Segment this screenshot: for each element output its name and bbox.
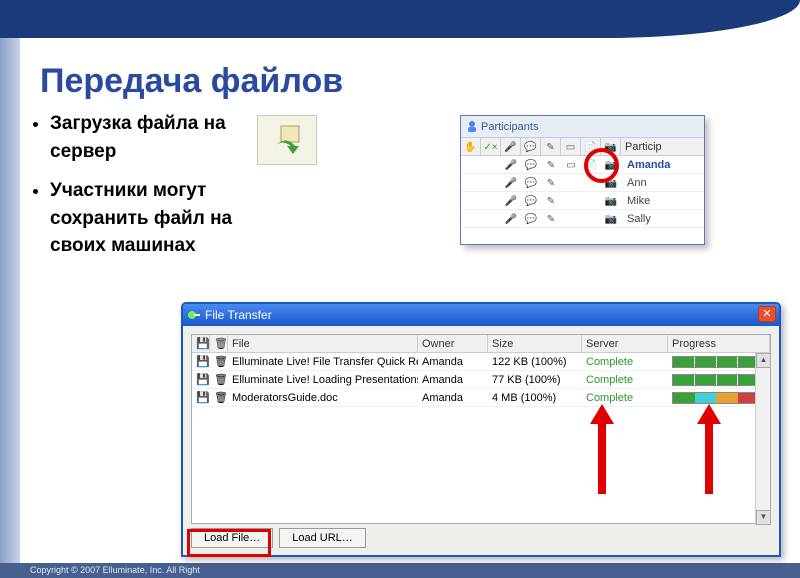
participants-title-label: Participants bbox=[481, 121, 538, 133]
file-transfer-icon bbox=[187, 307, 201, 329]
bullet-list: Загрузка файла на сервер Участники могут… bbox=[30, 110, 240, 272]
participants-title-icon bbox=[465, 119, 479, 141]
participant-name: Ann bbox=[621, 174, 704, 191]
participant-row[interactable]: 🎤💬✎📷 Ann bbox=[461, 174, 704, 192]
delete-column-icon: 🗑 bbox=[210, 335, 228, 352]
file-transfer-footer: Load File… Load URL… bbox=[183, 524, 779, 552]
scroll-up-icon[interactable]: ▲ bbox=[756, 353, 771, 368]
cam-icon: 📷 bbox=[601, 138, 621, 156]
progress-column-header[interactable]: Progress bbox=[668, 335, 770, 352]
save-icon[interactable]: 💾 bbox=[192, 353, 210, 370]
file-name: ModeratorsGuide.doc bbox=[228, 389, 418, 406]
scroll-down-icon[interactable]: ▼ bbox=[756, 510, 771, 525]
file-name: Elluminate Live! File Transfer Quick Re… bbox=[228, 353, 418, 370]
participants-header-label: Particip bbox=[621, 138, 704, 155]
chat-icon: 💬 bbox=[521, 138, 541, 156]
owner-column-header[interactable]: Owner bbox=[418, 335, 488, 352]
file-transfer-header: 💾 🗑 File Owner Size Server Progress bbox=[192, 335, 770, 353]
mic-icon: 🎤 bbox=[501, 138, 521, 156]
file-transfer-window: File Transfer ✕ 💾 🗑 File Owner Size Serv… bbox=[181, 302, 781, 557]
load-file-button[interactable]: Load File… bbox=[191, 528, 273, 548]
file-size: 4 MB (100%) bbox=[488, 389, 582, 406]
close-button[interactable]: ✕ bbox=[758, 306, 776, 322]
participants-column-header: ✋ ✓× 🎤 💬 ✎ ▭ 📄 📷 Particip bbox=[461, 138, 704, 156]
check-icon: ✓× bbox=[481, 138, 501, 156]
file-column-header[interactable]: File bbox=[228, 335, 418, 352]
load-url-button[interactable]: Load URL… bbox=[279, 528, 366, 548]
save-icon[interactable]: 💾 bbox=[192, 389, 210, 406]
file-owner: Amanda bbox=[418, 371, 488, 388]
scrollbar[interactable]: ▲ ▼ bbox=[755, 353, 770, 525]
participants-panel: Participants ✋ ✓× 🎤 💬 ✎ ▭ 📄 📷 Particip 🎤… bbox=[460, 115, 705, 245]
file-transfer-titlebar[interactable]: File Transfer ✕ bbox=[183, 304, 779, 326]
top-decorative-band bbox=[0, 0, 800, 38]
file-owner: Amanda bbox=[418, 353, 488, 370]
file-row[interactable]: 💾 🗑 Elluminate Live! Loading Presentatio… bbox=[192, 371, 770, 389]
file-icon: 📄 bbox=[581, 138, 601, 156]
delete-icon[interactable]: 🗑 bbox=[210, 389, 228, 406]
file-row[interactable]: 💾 🗑 Elluminate Live! File Transfer Quick… bbox=[192, 353, 770, 371]
slide-title: Передача файлов bbox=[40, 62, 343, 101]
bullet-item: Загрузка файла на сервер bbox=[50, 110, 240, 165]
file-row[interactable]: 💾 🗑 ModeratorsGuide.doc Amanda 4 MB (100… bbox=[192, 389, 770, 407]
delete-icon[interactable]: 🗑 bbox=[210, 353, 228, 370]
file-transfer-list: 💾 🗑 File Owner Size Server Progress 💾 🗑 … bbox=[191, 334, 771, 524]
pencil-icon: ✎ bbox=[541, 138, 561, 156]
participant-name: Sally bbox=[621, 210, 704, 227]
file-size: 122 KB (100%) bbox=[488, 353, 582, 370]
participants-title: Participants bbox=[461, 116, 704, 138]
save-column-icon: 💾 bbox=[192, 335, 210, 352]
bullet-item: Участники могут сохранить файл на своих … bbox=[50, 177, 240, 260]
left-decorative-stripe bbox=[0, 0, 20, 578]
participant-name: Amanda bbox=[621, 156, 704, 173]
participant-name: Mike bbox=[621, 192, 704, 209]
file-server-status: Complete bbox=[582, 389, 668, 406]
file-transfer-title-label: File Transfer bbox=[205, 308, 272, 322]
file-server-status: Complete bbox=[582, 353, 668, 370]
file-name: Elluminate Live! Loading Presentations… bbox=[228, 371, 418, 388]
server-column-header[interactable]: Server bbox=[582, 335, 668, 352]
file-size: 77 KB (100%) bbox=[488, 371, 582, 388]
size-column-header[interactable]: Size bbox=[488, 335, 582, 352]
screen-icon: ▭ bbox=[561, 138, 581, 156]
delete-icon[interactable]: 🗑 bbox=[210, 371, 228, 388]
participant-row[interactable]: 🎤💬✎▭📄📷 Amanda bbox=[461, 156, 704, 174]
upload-file-icon bbox=[257, 115, 317, 165]
file-owner: Amanda bbox=[418, 389, 488, 406]
footer-copyright: Copyright © 2007 Elluminate, Inc. All Ri… bbox=[0, 563, 800, 578]
save-icon[interactable]: 💾 bbox=[192, 371, 210, 388]
participant-row[interactable]: 🎤💬✎📷 Sally bbox=[461, 210, 704, 228]
file-server-status: Complete bbox=[582, 371, 668, 388]
participant-row[interactable]: 🎤💬✎📷 Mike bbox=[461, 192, 704, 210]
